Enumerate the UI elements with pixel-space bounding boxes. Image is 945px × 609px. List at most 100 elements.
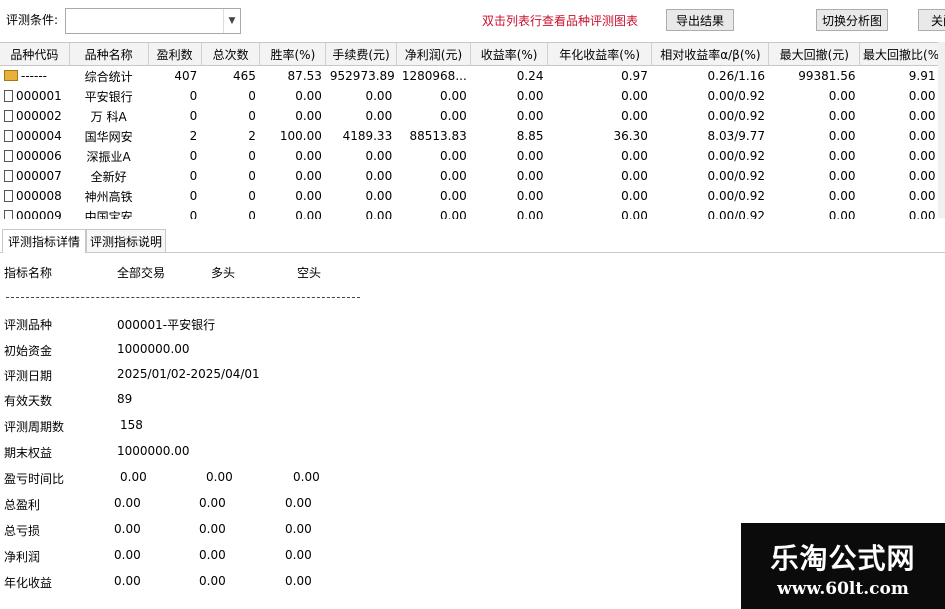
table-cell: 0.00: [471, 86, 548, 106]
cell-text: 000001: [16, 89, 62, 103]
cell-text: 0.00: [440, 89, 467, 103]
table-cell: 0.00/0.92: [652, 166, 769, 186]
cell-text: 0: [189, 209, 198, 219]
cell-text: 0.00: [908, 129, 936, 143]
table-cell: 0.00: [547, 186, 651, 206]
cell-text: 2: [189, 129, 198, 143]
table-cell: 8.85: [471, 126, 548, 146]
table-cell: 0: [201, 106, 260, 126]
cell-text: 000004: [16, 129, 62, 143]
col-header[interactable]: 相对收益率α/β(%): [651, 43, 770, 66]
cell-text: 0.00: [295, 209, 322, 219]
cell-text: 0.00: [516, 109, 544, 123]
cell-text: 0: [248, 189, 256, 203]
table-cell: 1280968...: [396, 66, 471, 87]
document-icon: [4, 170, 13, 182]
cell-text: 8.03/9.77: [707, 129, 765, 143]
table-row[interactable]: 000006 深振业A 0 0 0.00 0.00 0.00 0.00 0.00 0.00/0.9…: [0, 146, 938, 166]
cell-text: 000007: [16, 169, 62, 183]
cell-text: 0.00: [908, 209, 936, 219]
col-all-trades: 全部交易: [117, 266, 166, 280]
cell-text: 0.00: [365, 169, 393, 183]
table-cell: 0.00: [471, 186, 548, 206]
cell-text: 0.00: [828, 209, 856, 219]
table-row[interactable]: 000002 万 科A 0 0 0.00 0.00 0.00 0.00 0.00 0.00/0.9…: [0, 106, 938, 126]
cell-code: 000009: [0, 206, 69, 219]
table-row[interactable]: 000004 国华网安 2 2 100.00 4189.33 88513.83 8.85 36.…: [0, 126, 938, 146]
col-header[interactable]: 最大回撤(元): [768, 43, 861, 66]
cell-text: 0.00: [440, 109, 467, 123]
net-label: 净利润: [4, 550, 41, 564]
table-row[interactable]: 000001 平安银行 0 0 0.00 0.00 0.00 0.00 0.00 0.00/0.9…: [0, 86, 938, 106]
table-cell: 0.00: [326, 186, 396, 206]
tab-indicator-notes[interactable]: 评测指标说明: [86, 229, 166, 252]
table-cell: 0.00/0.92: [652, 146, 769, 166]
col-header[interactable]: 胜率(%): [259, 43, 327, 66]
col-header[interactable]: 总次数: [201, 43, 261, 66]
table-cell: 0: [148, 166, 201, 186]
cell-text: 407: [174, 69, 198, 83]
switch-chart-button[interactable]: 切换分析图: [816, 9, 888, 31]
table-cell: 0.00: [769, 206, 860, 219]
cell-text: 0.00: [365, 89, 393, 103]
col-header[interactable]: 品种名称: [69, 43, 149, 66]
cell-text: 0.00: [440, 209, 467, 219]
cell-text: 0.00: [516, 149, 544, 163]
cell-name: 中国宝安: [69, 206, 148, 220]
table-cell: 0: [148, 186, 201, 206]
tab-indicator-details[interactable]: 评测指标详情: [2, 229, 86, 253]
cell-text: 0: [189, 109, 198, 123]
cell-text: 0.00: [828, 149, 856, 163]
cell-text: 0.00: [516, 169, 544, 183]
table-cell: 0.00: [471, 166, 548, 186]
col-header[interactable]: 最大回撤比(%): [859, 43, 938, 66]
table-cell: 0.00: [547, 166, 651, 186]
chevron-down-icon[interactable]: ▼: [223, 9, 240, 33]
cell-text: 0.00: [516, 189, 544, 203]
cell-text: 0.00: [828, 189, 856, 203]
table-row[interactable]: 000009 中国宝安 0 0 0.00 0.00 0.00 0.00 0.00 0.00/0.9…: [0, 206, 938, 219]
document-icon: [4, 190, 13, 202]
cell-text: 465: [232, 69, 256, 83]
table-cell: 2: [148, 126, 201, 146]
cell-text: 0.00: [365, 209, 393, 219]
table-cell: 0.00: [860, 206, 938, 219]
table-cell: 0.00: [396, 166, 471, 186]
col-header[interactable]: 盈利数: [148, 43, 202, 66]
days-label: 有效天数: [4, 394, 53, 408]
table-row[interactable]: ------ 综合统计 407 465 87.53 952973.89 1280968...…: [0, 66, 938, 87]
cell-text: 国华网安: [84, 129, 133, 144]
col-header[interactable]: 净利润(元): [396, 43, 472, 66]
cell-text: 0.00: [908, 109, 936, 123]
annual-all: 0.00: [114, 574, 141, 588]
ratio-short: 0.00: [293, 470, 320, 484]
table-cell: 0.00: [260, 166, 326, 186]
col-header[interactable]: 手续费(元): [325, 43, 397, 66]
condition-combo[interactable]: ▼: [65, 8, 241, 34]
cell-text: 0.24: [516, 69, 544, 83]
col-header[interactable]: 收益率(%): [470, 43, 548, 66]
export-button[interactable]: 导出结果: [666, 9, 734, 31]
cell-text: 0.00: [908, 149, 936, 163]
table-cell: 0: [148, 206, 201, 219]
col-header[interactable]: 年化收益率(%): [547, 43, 653, 66]
cell-code: 000004: [0, 126, 69, 146]
cell-text: 0: [248, 209, 256, 219]
table-cell: 8.03/9.77: [652, 126, 769, 146]
vertical-scrollbar[interactable]: [938, 42, 945, 218]
table-row[interactable]: 000008 神州高铁 0 0 0.00 0.00 0.00 0.00 0.00 0.00/0.9…: [0, 186, 938, 206]
table-cell: 0.00: [260, 146, 326, 166]
cell-text: 0: [248, 89, 256, 103]
table-cell: 465: [201, 66, 260, 87]
cell-text: 万 科A: [90, 109, 127, 124]
close-button[interactable]: 关闭: [918, 9, 945, 31]
col-header[interactable]: 品种代码: [0, 43, 70, 66]
cell-text: 8.85: [516, 129, 544, 143]
cell-text: 0.00/0.92: [707, 89, 765, 103]
table-cell: 0: [148, 146, 201, 166]
cell-text: 0.00/0.92: [707, 149, 765, 163]
loss-all: 0.00: [114, 522, 141, 536]
table-cell: 0.00: [547, 86, 651, 106]
table-row[interactable]: 000007 全新好 0 0 0.00 0.00 0.00 0.00 0.00 0.00/0.92…: [0, 166, 938, 186]
cell-text: 000009: [16, 209, 62, 219]
